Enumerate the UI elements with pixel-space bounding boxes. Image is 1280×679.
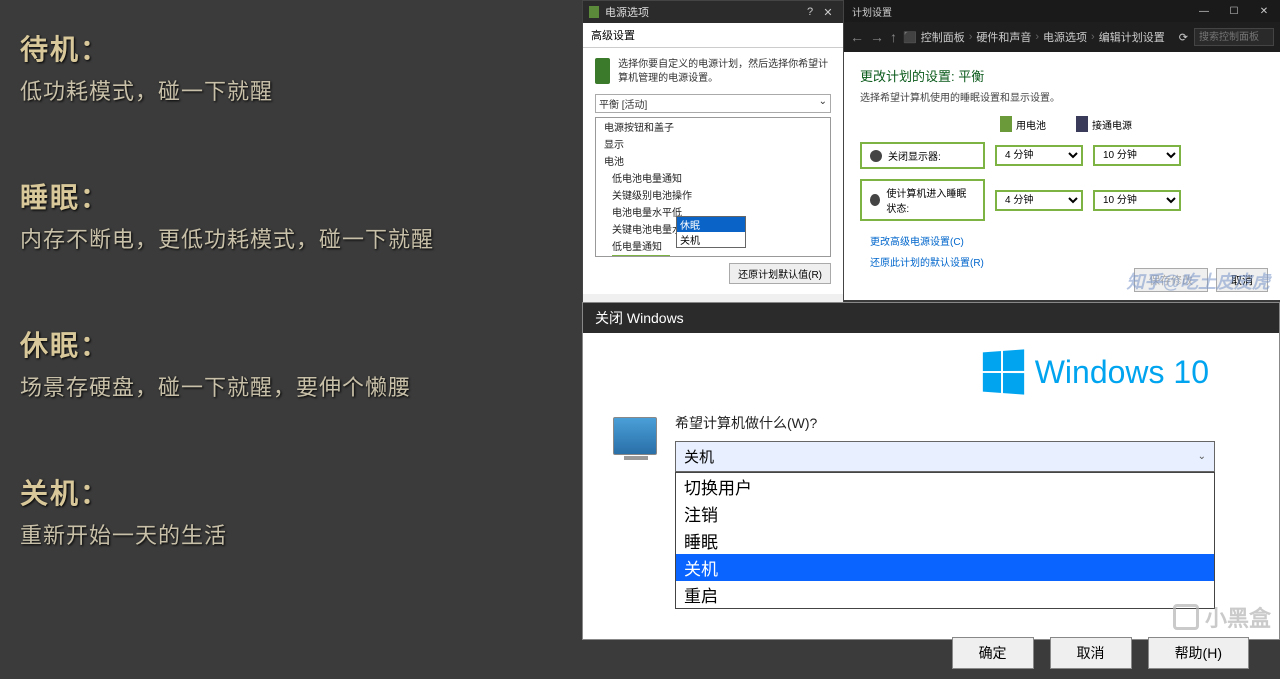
term-hibernate: 休眠： 场景存硬盘，碰一下就醒，要伸个懒腰 (20, 324, 560, 402)
close-button[interactable]: ✕ (819, 6, 837, 19)
option-switch-user[interactable]: 切换用户 (676, 473, 1214, 500)
window-title: 电源选项 (605, 4, 649, 20)
sleep-icon (870, 194, 880, 206)
settings-tree[interactable]: 电源按钮和盖子 显示 电池 低电池电量通知 关键级别电池操作 电池电量水平低 关… (595, 117, 831, 257)
tree-node[interactable]: 关键级别电池操作 (612, 186, 830, 203)
titlebar[interactable]: 计划设置 ― ☐ ✕ (844, 0, 1280, 22)
shutdown-dialog: 关闭 Windows Windows 10 希望计算机做什么(W)? 关机⌄ 切… (582, 302, 1280, 640)
option-shutdown[interactable]: 关机 (676, 554, 1214, 581)
advanced-settings-link[interactable]: 更改高级电源设置(C) (870, 233, 1264, 248)
term-sleep: 睡眠： 内存不断电，更低功耗模式，碰一下就醒 (20, 176, 560, 254)
windows-logo-text: Windows 10 (1035, 354, 1209, 391)
windows-icon (983, 349, 1024, 394)
restore-defaults-link[interactable]: 还原此计划的默认设置(R) (870, 254, 1264, 269)
cancel-button[interactable]: 取消 (1050, 637, 1132, 669)
plan-select[interactable]: 平衡 [活动] ⌄ (595, 94, 831, 113)
help-button[interactable]: 帮助(H) (1148, 637, 1249, 669)
option-sign-out[interactable]: 注销 (676, 500, 1214, 527)
watermark: 小黑盒 (1173, 601, 1271, 633)
tree-node-highlighted[interactable]: 低电量操作 (612, 255, 670, 257)
tree-node[interactable]: 显示 (604, 135, 830, 152)
display-off-battery-select[interactable]: 4 分钟 (995, 145, 1083, 166)
computer-icon (613, 417, 657, 455)
term-title: 关机： (20, 472, 560, 512)
tab-advanced[interactable]: 高级设置 (583, 23, 843, 48)
row-label: 关闭显示器: (860, 142, 985, 169)
plug-icon (1076, 116, 1088, 132)
refresh-button[interactable]: ⟳ (1179, 31, 1188, 44)
power-icon (589, 6, 599, 18)
shutdown-options-list[interactable]: 切换用户 注销 睡眠 关机 重启 (675, 472, 1215, 609)
column-header: 接通电源 (1092, 117, 1132, 132)
back-button[interactable]: ← (850, 29, 864, 45)
battery-icon (1000, 116, 1012, 132)
option-restart[interactable]: 重启 (676, 581, 1214, 608)
cube-icon (1173, 604, 1199, 630)
option-sleep[interactable]: 睡眠 (676, 527, 1214, 554)
dropdown-option[interactable]: 休眠 (677, 217, 745, 232)
dropdown-option[interactable]: 关机 (677, 232, 745, 247)
battery-icon (595, 58, 610, 84)
titlebar[interactable]: 电源选项 ? ✕ (583, 1, 843, 23)
windows-logo: Windows 10 (613, 351, 1249, 393)
term-desc: 重新开始一天的生活 (20, 518, 560, 550)
term-shutdown: 关机： 重新开始一天的生活 (20, 472, 560, 550)
titlebar[interactable]: 关闭 Windows (583, 303, 1279, 333)
term-desc: 低功耗模式，碰一下就醒 (20, 74, 560, 106)
tree-node[interactable]: 电源按钮和盖子 (604, 118, 830, 135)
sleep-battery-select[interactable]: 4 分钟 (995, 190, 1083, 211)
power-options-dialog: 电源选项 ? ✕ 高级设置 选择你要自定义的电源计划，然后选择你希望计算机管理的… (582, 0, 844, 335)
page-subtitle: 选择希望计算机使用的睡眠设置和显示设置。 (860, 89, 1264, 104)
shutdown-selected[interactable]: 关机⌄ (675, 441, 1215, 472)
explainer-panel: 待机： 低功耗模式，碰一下就醒 睡眠： 内存不断电，更低功耗模式，碰一下就醒 休… (0, 0, 580, 640)
monitor-icon (870, 150, 882, 162)
window-title: 计划设置 (852, 4, 892, 19)
term-title: 睡眠： (20, 176, 560, 216)
dropdown-list[interactable]: 休眠 关机 (676, 216, 746, 248)
watermark: 知乎@吃土皮皮虎 (1126, 268, 1270, 294)
breadcrumb[interactable]: ⬛ 控制面板› 硬件和声音› 电源选项› 编辑计划设置 (903, 29, 1173, 45)
term-title: 待机： (20, 28, 560, 68)
maximize-button[interactable]: ☐ (1226, 6, 1242, 17)
sleep-ac-select[interactable]: 10 分钟 (1093, 190, 1181, 211)
forward-button[interactable]: → (870, 29, 884, 45)
chevron-down-icon: ⌄ (1198, 451, 1206, 462)
ok-button[interactable]: 确定 (952, 637, 1034, 669)
shutdown-combobox[interactable]: 关机⌄ 切换用户 注销 睡眠 关机 重启 (675, 441, 1215, 609)
search-input[interactable] (1194, 28, 1274, 46)
term-title: 休眠： (20, 324, 560, 364)
tree-node[interactable]: 电池 (604, 152, 830, 169)
term-desc: 内存不断电，更低功耗模式，碰一下就醒 (20, 222, 560, 254)
help-button[interactable]: ? (801, 6, 819, 18)
column-header: 用电池 (1016, 117, 1046, 132)
dialog-description: 选择你要自定义的电源计划，然后选择你希望计算机管理的电源设置。 (618, 58, 831, 86)
shutdown-question: 希望计算机做什么(W)? (675, 413, 1249, 433)
tree-node[interactable]: 低电池电量通知 (612, 169, 830, 186)
restore-defaults-button[interactable]: 还原计划默认值(R) (729, 263, 831, 284)
term-standby: 待机： 低功耗模式，碰一下就醒 (20, 28, 560, 106)
close-button[interactable]: ✕ (1256, 6, 1272, 17)
row-label: 使计算机进入睡眠状态: (860, 179, 985, 221)
term-desc: 场景存硬盘，碰一下就醒，要伸个懒腰 (20, 370, 560, 402)
minimize-button[interactable]: ― (1196, 6, 1212, 17)
page-heading: 更改计划的设置: 平衡 (860, 66, 1264, 85)
up-button[interactable]: ↑ (890, 29, 897, 45)
display-off-ac-select[interactable]: 10 分钟 (1093, 145, 1181, 166)
nav-bar: ← → ↑ ⬛ 控制面板› 硬件和声音› 电源选项› 编辑计划设置 ⟳ (844, 22, 1280, 52)
control-panel-window: 计划设置 ― ☐ ✕ ← → ↑ ⬛ 控制面板› 硬件和声音› 电源选项› 编辑… (844, 0, 1280, 300)
